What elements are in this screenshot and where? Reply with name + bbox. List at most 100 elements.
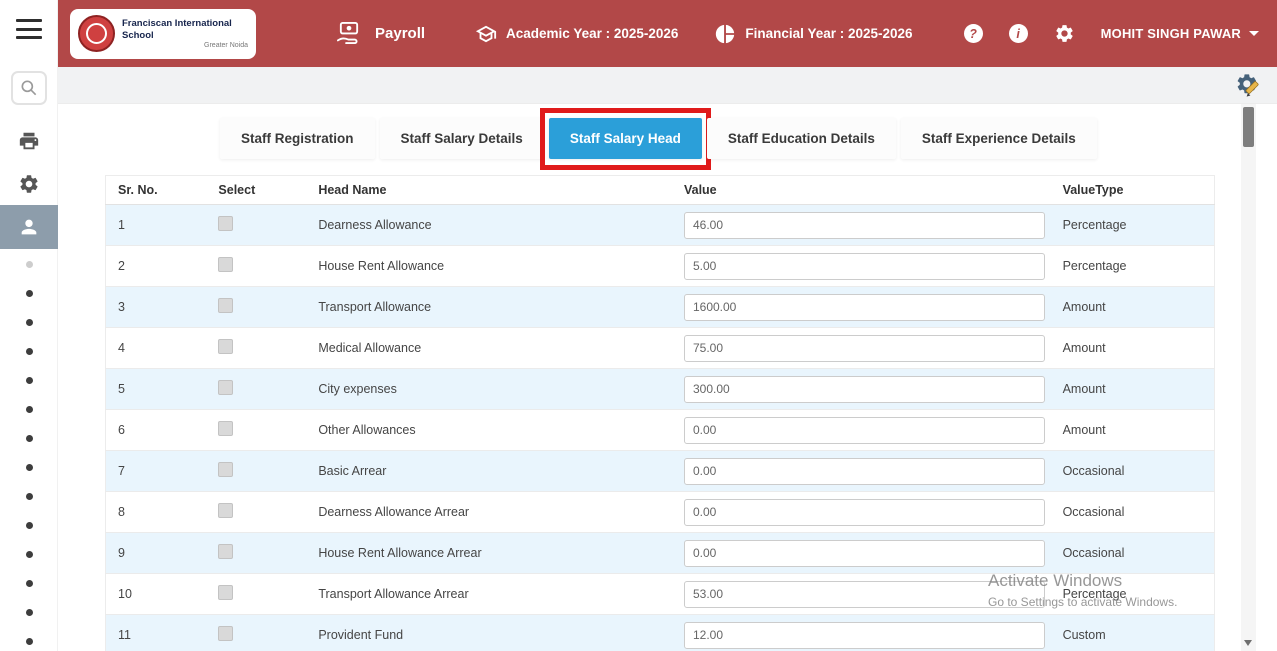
sidebar-bullet[interactable] [25,377,33,384]
school-subtitle: Greater Noida [204,41,248,49]
module-title: Payroll [332,20,425,48]
select-checkbox[interactable] [218,298,234,313]
info-icon: i [1016,26,1020,41]
gear-icon [1055,25,1073,42]
cell-value [679,368,1055,410]
value-input[interactable] [683,621,1045,649]
value-input[interactable] [683,375,1045,403]
pie-chart-icon [716,24,735,43]
table-row: 5 City expenses Amount [105,368,1215,410]
cell-sr-no: 9 [105,532,211,574]
sidebar-bullet[interactable] [25,319,33,326]
settings-button[interactable] [1054,23,1075,44]
cell-value-type: Custom [1054,614,1215,651]
cell-head-name: Transport Allowance [310,286,680,328]
select-checkbox[interactable] [218,462,234,477]
school-logo-card[interactable]: Franciscan International School Greater … [70,8,256,59]
sidebar-bullet[interactable] [25,551,33,558]
gear-pencil-icon [1237,74,1259,97]
sidebar-bullet[interactable] [25,406,33,413]
vertical-scrollbar[interactable] [1241,104,1256,651]
cell-sr-no: 5 [105,368,211,410]
tab-label: Staff Salary Head [569,131,681,146]
tab-staff-education-details[interactable]: Staff Education Details [706,118,896,159]
sidebar-bullet[interactable] [25,638,33,645]
column-header-value: Value [679,175,1055,205]
cell-sr-no: 4 [105,327,211,369]
column-header-value-type: ValueType [1054,175,1215,205]
scrollbar-down-arrow-icon[interactable] [1244,640,1252,646]
value-input[interactable] [683,416,1045,444]
value-input[interactable] [683,457,1045,485]
cell-value [679,327,1055,369]
sidebar-item-staff[interactable] [0,205,58,249]
select-checkbox[interactable] [218,216,234,231]
select-checkbox[interactable] [218,626,234,641]
info-button[interactable]: i [1008,24,1028,43]
table-header-row: Sr. No. Select Head Name Value ValueType [105,175,1215,205]
select-checkbox[interactable] [218,380,234,395]
value-input[interactable] [683,334,1045,362]
tab-staff-experience-details[interactable]: Staff Experience Details [900,118,1097,159]
cell-select [210,204,311,246]
cell-value [679,450,1055,492]
scrollbar-thumb[interactable] [1243,107,1254,147]
sidebar-bullet[interactable] [25,493,33,500]
sidebar-bullet[interactable] [25,464,33,471]
value-input[interactable] [683,498,1045,526]
cell-select [210,368,311,410]
value-input[interactable] [683,580,1045,608]
value-input[interactable] [683,293,1045,321]
cell-head-name: Medical Allowance [310,327,680,369]
select-checkbox[interactable] [218,503,234,518]
sidebar-bullet[interactable] [25,348,33,355]
hamburger-bar [16,19,42,22]
select-checkbox[interactable] [218,544,234,559]
cell-sr-no: 2 [105,245,211,287]
customize-settings-button[interactable] [1234,71,1263,100]
sidebar-item-print[interactable] [0,121,58,161]
table-row: 3 Transport Allowance Amount [105,286,1215,328]
academic-year-label: Academic Year : 2025-2026 [506,26,679,41]
header-actions: ? i MOHIT SINGH PAWAR [963,23,1259,44]
sidebar-bullet[interactable] [25,522,33,529]
tab-staff-salary-details[interactable]: Staff Salary Details [379,118,544,159]
main-content: Staff Registration Staff Salary Details … [58,104,1254,651]
cell-sr-no: 11 [105,614,211,651]
cell-sr-no: 3 [105,286,211,328]
search-icon [21,80,37,96]
cell-value-type: Amount [1054,327,1215,369]
sidebar-search-button[interactable] [11,71,47,105]
cell-select [210,532,311,574]
cell-value-type: Percentage [1054,573,1215,615]
sidebar-bullet[interactable] [25,435,33,442]
column-header-select: Select [210,175,311,205]
user-menu[interactable]: MOHIT SINGH PAWAR [1101,26,1259,41]
value-input[interactable] [683,211,1045,239]
table-row: 11 Provident Fund Custom [105,614,1215,651]
cell-value-type: Occasional [1054,450,1215,492]
cell-value-type: Amount [1054,286,1215,328]
tab-staff-salary-head[interactable]: Staff Salary Head [539,108,711,170]
column-header-head-name: Head Name [310,175,680,205]
sidebar-item-settings[interactable] [0,164,58,204]
sidebar-bullet[interactable] [25,580,33,587]
table-row: 8 Dearness Allowance Arrear Occasional [105,491,1215,533]
select-checkbox[interactable] [218,339,234,354]
value-input[interactable] [683,539,1045,567]
sidebar-bullet[interactable] [25,261,33,268]
sidebar-bullet-menu [0,261,58,645]
hamburger-menu-button[interactable] [13,16,45,42]
sidebar-bullet[interactable] [25,609,33,616]
toolbar [58,67,1277,104]
cell-value [679,491,1055,533]
select-checkbox[interactable] [218,257,234,272]
help-button[interactable]: ? [963,24,983,43]
select-checkbox[interactable] [218,585,234,600]
academic-cap-icon [475,25,497,42]
academic-year: Academic Year : 2025-2026 [475,23,678,45]
tab-staff-registration[interactable]: Staff Registration [220,118,375,159]
value-input[interactable] [683,252,1045,280]
select-checkbox[interactable] [218,421,234,436]
sidebar-bullet[interactable] [25,290,33,297]
